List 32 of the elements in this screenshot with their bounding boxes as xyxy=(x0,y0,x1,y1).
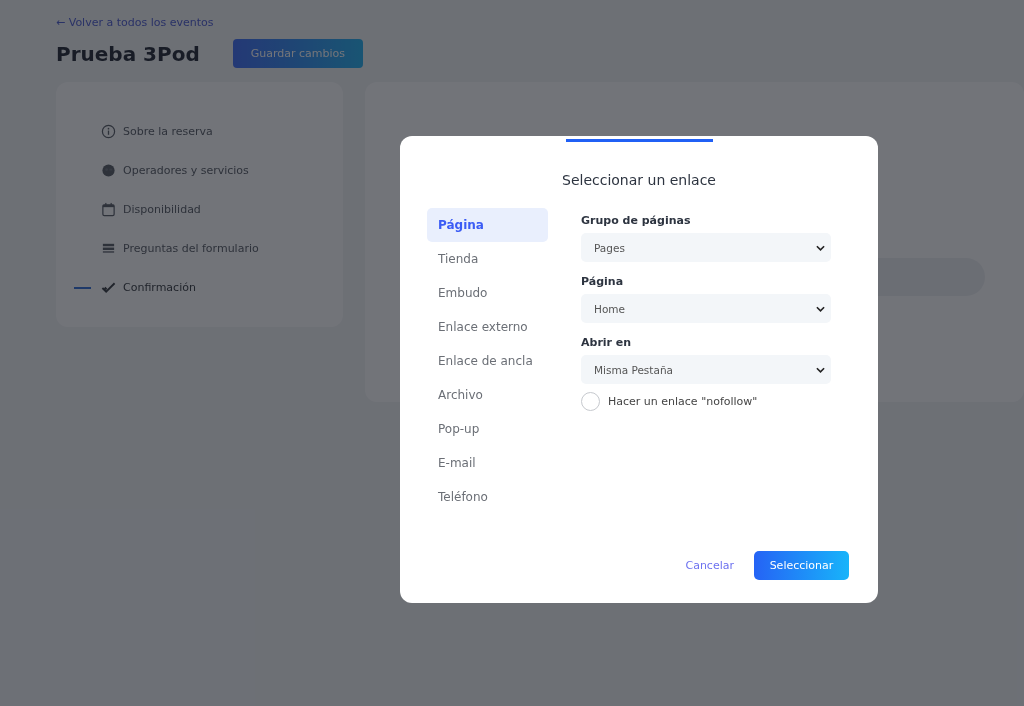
page-title: Prueba 3Pod xyxy=(56,41,200,66)
step-label[interactable]: Preguntas del formulario xyxy=(123,242,259,255)
link-type-item[interactable]: Enlace de ancla xyxy=(427,344,548,378)
link-type-item[interactable]: E-mail xyxy=(427,446,548,480)
chevron-down-icon xyxy=(816,366,825,373)
link-type-item[interactable]: Teléfono xyxy=(427,480,548,514)
field-label: Abrir en xyxy=(581,336,633,349)
dropdown[interactable]: Misma Pestaña xyxy=(581,355,831,384)
step-label[interactable]: Disponibilidad xyxy=(123,203,201,216)
link-type-item[interactable]: Archivo xyxy=(427,378,548,412)
link-type-item[interactable]: Página xyxy=(427,208,548,242)
cancel-link[interactable]: Cancelar xyxy=(685,559,734,572)
dialog-title: Seleccionar un enlace xyxy=(561,172,717,188)
link-type-item[interactable]: Pop-up xyxy=(427,412,548,446)
list-icon xyxy=(101,241,116,256)
step-label[interactable]: Operadores y servicios xyxy=(123,164,249,177)
field-label: Grupo de páginas xyxy=(581,214,692,227)
link-type-item[interactable]: Embudo xyxy=(427,276,548,310)
link-type-item[interactable]: Enlace externo xyxy=(427,310,548,344)
link-type-item[interactable]: Tienda xyxy=(427,242,548,276)
chevron-down-icon xyxy=(816,305,825,312)
checkbox-label: Hacer un enlace "nofollow" xyxy=(608,395,758,408)
chevron-down-icon xyxy=(816,244,825,251)
field-label: Página xyxy=(581,275,625,288)
dropdown[interactable]: Pages xyxy=(581,233,831,262)
step-label[interactable]: Sobre la reserva xyxy=(123,125,213,138)
step-label[interactable]: Confirmación xyxy=(123,281,196,294)
dropdown[interactable]: Home xyxy=(581,294,831,323)
check-icon xyxy=(101,280,116,295)
calendar-icon xyxy=(101,202,116,217)
select-button[interactable]: Seleccionar xyxy=(754,551,849,580)
info-icon xyxy=(101,124,116,139)
